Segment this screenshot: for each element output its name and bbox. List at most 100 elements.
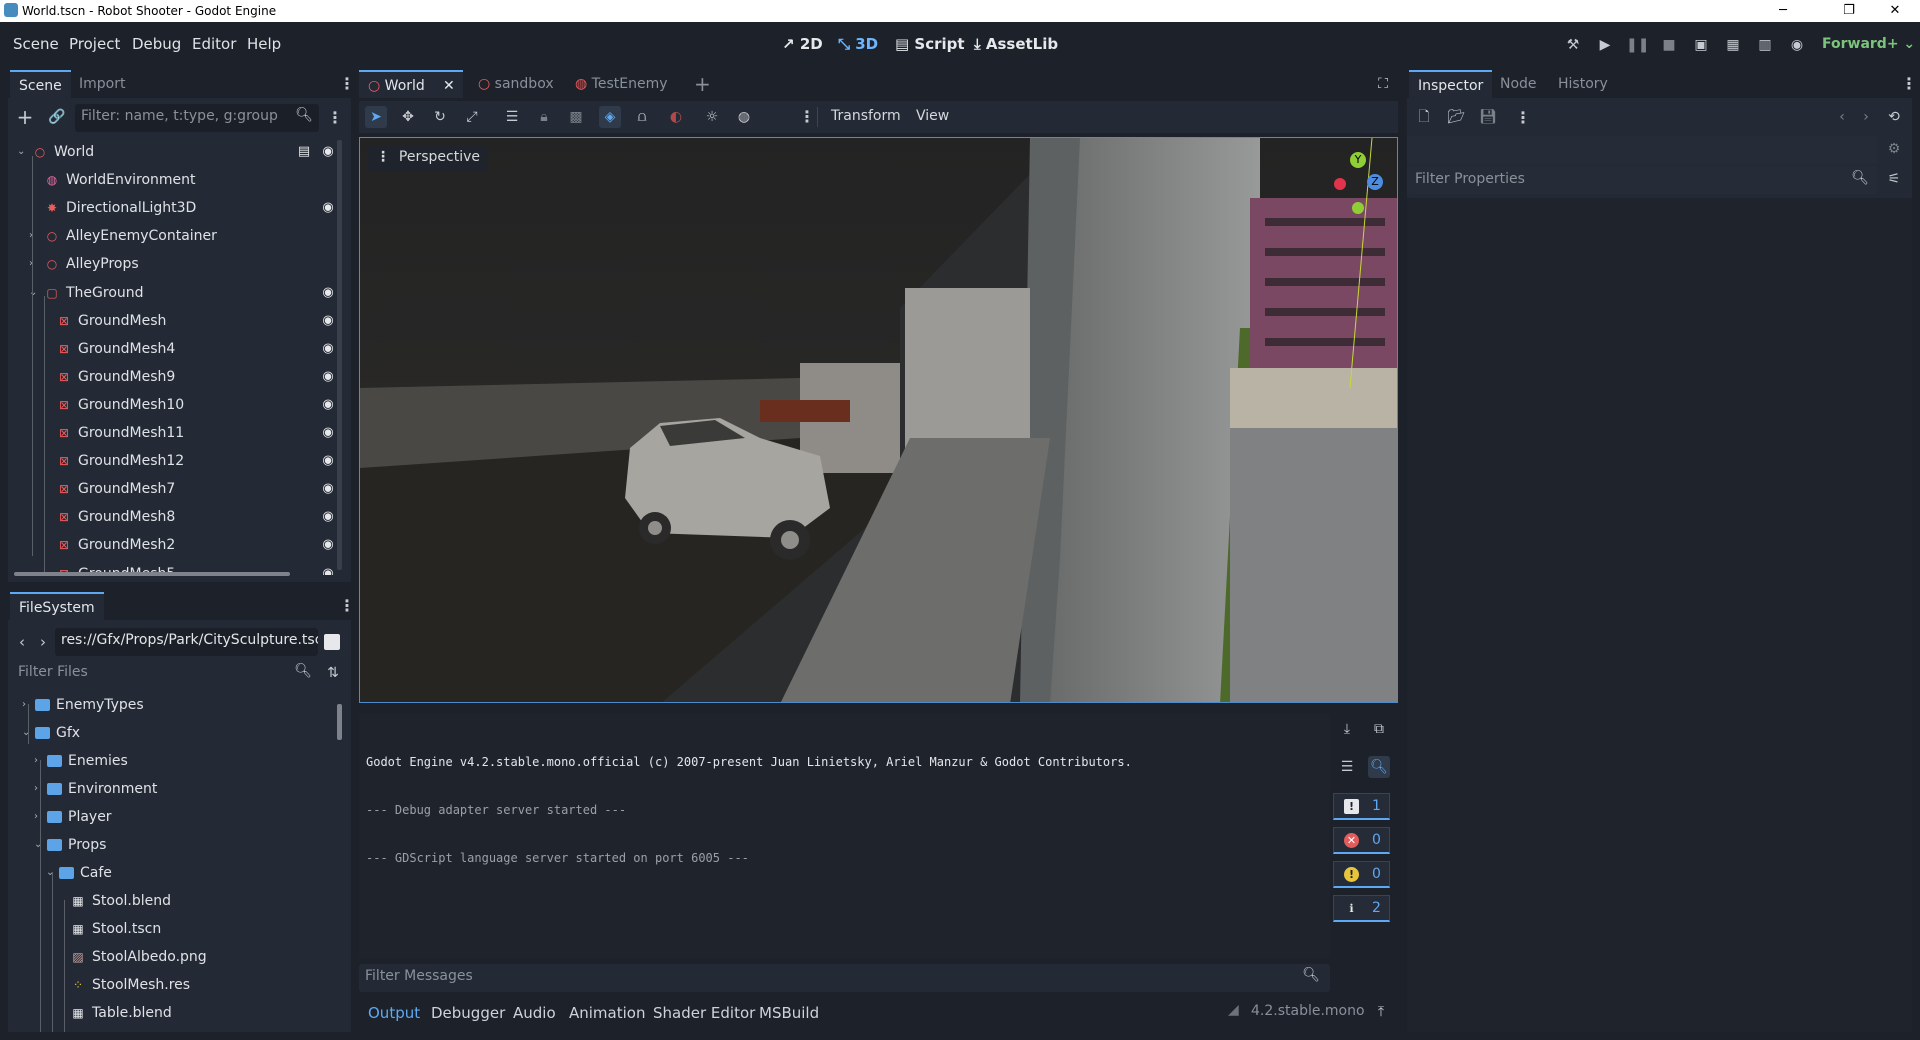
menu-project[interactable]: Project — [69, 35, 120, 53]
file-item[interactable]: ▦ Table.blend — [8, 999, 328, 1027]
scene-tree-item[interactable]: ⊠ GroundMesh11 ◉ — [8, 419, 338, 447]
scene-tree-item[interactable]: ✸ DirectionalLight3D ◉ — [8, 194, 338, 222]
folder-item[interactable]: ⌄ Cafe — [8, 859, 328, 887]
visibility-eye-icon[interactable]: ◉ — [321, 145, 335, 159]
folder-item[interactable]: ⌄ Props — [8, 831, 328, 859]
visibility-eye-icon[interactable]: ◉ — [321, 341, 335, 356]
view-menu[interactable]: View — [916, 108, 949, 124]
chevron-down-icon[interactable]: ⌄ — [34, 831, 42, 859]
bottom-tab-shader-editor[interactable]: Shader Editor — [653, 1004, 755, 1022]
folder-item[interactable]: › Player — [8, 803, 328, 831]
visibility-eye-icon[interactable]: ◉ — [321, 538, 335, 552]
minimize-icon[interactable]: ─ — [1760, 0, 1806, 22]
scene-tree-item[interactable]: › ○ AlleyProps — [8, 250, 338, 278]
list-select-icon[interactable]: ☰ — [501, 106, 523, 128]
chevron-down-icon[interactable]: ⌄ — [17, 140, 25, 166]
scene-tab-world[interactable]: ○ World ✕ — [359, 70, 463, 98]
visibility-eye-icon[interactable]: ◉ — [321, 369, 335, 384]
tab-filesystem[interactable]: FileSystem — [10, 592, 104, 620]
add-scene-tab-icon[interactable]: + — [685, 70, 720, 98]
workspace-assetlib-button[interactable]: ⤓ AssetLib — [974, 35, 1058, 53]
split-mode-icon[interactable] — [324, 634, 340, 650]
distraction-free-icon[interactable]: ⛶ — [1372, 73, 1394, 95]
menu-editor[interactable]: Editor — [192, 35, 236, 53]
lock-icon[interactable]: 🔒︎ — [533, 106, 555, 128]
visibility-eye-icon[interactable]: ◉ — [321, 510, 335, 524]
filesystem-filter-input[interactable]: Filter Files 🔍︎ — [12, 660, 318, 688]
play-icon[interactable]: ▶ — [1594, 34, 1616, 56]
chevron-right-icon[interactable]: › — [34, 775, 38, 803]
add-node-icon[interactable]: + — [14, 106, 36, 128]
bottom-tab-output[interactable]: Output — [368, 1004, 420, 1022]
file-item[interactable]: ▦ Stool.blend — [8, 887, 328, 915]
visibility-eye-icon[interactable]: ◉ — [321, 454, 335, 468]
close-tab-icon[interactable]: ✕ — [443, 72, 455, 100]
tab-node[interactable]: Node — [1491, 70, 1546, 98]
build-hammer-icon[interactable]: ⚒ — [1562, 34, 1584, 56]
sort-icon[interactable]: ⇅ — [322, 662, 344, 684]
snap-icon[interactable]: ⩍ — [631, 106, 653, 128]
info-counter-toggle[interactable]: ℹ 2 — [1333, 895, 1390, 922]
scene-tab-sandbox[interactable]: ○ sandbox — [469, 70, 563, 98]
gizmo-axis-x[interactable] — [1334, 178, 1346, 190]
instance-scene-link-icon[interactable]: 🔗 — [46, 106, 68, 128]
play-custom-scene-icon[interactable]: ▥ — [1754, 34, 1776, 56]
gizmo-axis-z[interactable]: Z — [1367, 174, 1383, 190]
scene-tree-item[interactable]: › ○ AlleyEnemyContainer — [8, 222, 338, 250]
filesystem-path-input[interactable]: res://Gfx/Props/Park/CitySculpture.tsc — [55, 628, 318, 656]
bottom-tab-animation[interactable]: Animation — [569, 1004, 645, 1022]
chevron-down-icon[interactable]: ⌄ — [22, 719, 30, 747]
chevron-down-icon[interactable]: ⌄ — [46, 859, 54, 887]
scene-tree-item[interactable]: ⊠ GroundMesh ◉ — [8, 307, 338, 335]
property-options-icon[interactable]: ⚟ — [1883, 168, 1905, 190]
workspace-3d-button[interactable]: ⤡ 3D — [838, 35, 878, 53]
script-attached-icon[interactable]: ▤ — [297, 145, 311, 159]
clear-output-icon[interactable]: ⤓ — [1336, 718, 1358, 740]
filesystem-vscrollbar[interactable] — [337, 704, 342, 740]
object-history-icon[interactable]: ⟲ — [1883, 106, 1905, 128]
message-counter-toggle[interactable]: ! 1 — [1333, 793, 1390, 820]
collapse-duplicates-icon[interactable]: ☰ — [1336, 756, 1358, 778]
file-item[interactable]: ▨ StoolAlbedo.png — [8, 943, 328, 971]
visibility-eye-icon[interactable]: ◉ — [321, 426, 335, 440]
local-space-icon[interactable]: ◈ — [599, 106, 621, 128]
file-item[interactable]: ▦ Stool.tscn — [8, 915, 328, 943]
menu-debug[interactable]: Debug — [132, 35, 181, 53]
folder-item[interactable]: › Enemies — [8, 747, 328, 775]
sun-preview-icon[interactable]: ☼ — [701, 106, 723, 128]
copy-output-icon[interactable]: ⧉ — [1368, 718, 1390, 740]
workspace-script-button[interactable]: ▤ Script — [895, 35, 965, 53]
forward-icon[interactable]: › — [32, 631, 54, 653]
search-toggle-icon[interactable]: 🔍︎ — [1368, 756, 1390, 778]
scene-tree-item[interactable]: ⊠ GroundMesh10 ◉ — [8, 391, 338, 419]
scene-tree-vscrollbar[interactable] — [337, 140, 342, 570]
movie-maker-icon[interactable]: ◉ — [1786, 34, 1808, 56]
scene-tree-item[interactable]: ⊠ GroundMesh2 ◉ — [8, 531, 338, 559]
workspace-2d-button[interactable]: ↗ 2D — [782, 35, 823, 53]
visibility-eye-icon[interactable]: ◉ — [321, 482, 335, 496]
viewport-options-icon[interactable]: ⋮ — [799, 107, 815, 126]
scene-tree-item[interactable]: ⊠ GroundMesh9 ◉ — [8, 363, 338, 391]
visibility-eye-icon[interactable]: ◉ — [321, 313, 335, 328]
new-resource-icon[interactable]: 🗋 — [1413, 106, 1435, 128]
bottom-tab-audio[interactable]: Audio — [513, 1004, 556, 1022]
visibility-eye-icon[interactable]: ◉ — [321, 285, 335, 300]
open-resource-icon[interactable]: 📂︎ — [1445, 106, 1467, 128]
scene-tree-item[interactable]: ⌄ ○ World ◉ ▤ — [8, 140, 338, 166]
environment-preview-icon[interactable]: ◍ — [733, 106, 755, 128]
back-icon[interactable]: ‹ — [11, 631, 33, 653]
scene-tree-item[interactable]: ⌄ ▢ TheGround ◉ — [8, 279, 338, 307]
expand-bottom-panel-icon[interactable]: ⤒ — [1370, 1001, 1392, 1023]
warning-counter-toggle[interactable]: ! 0 — [1333, 861, 1390, 888]
tab-scene[interactable]: Scene — [10, 70, 71, 98]
scene-tree-item[interactable]: ⊠ GroundMesh8 ◉ — [8, 503, 338, 531]
menu-scene[interactable]: Scene — [13, 35, 59, 53]
scene-tab-testenemy[interactable]: ◍ TestEnemy — [566, 70, 677, 98]
tab-history[interactable]: History — [1549, 70, 1617, 98]
chevron-right-icon[interactable]: › — [34, 747, 38, 775]
gizmo-axis-neg-y[interactable] — [1352, 202, 1364, 214]
filter-messages-input[interactable]: Filter Messages 🔍︎ — [359, 964, 1330, 992]
camera-override-icon[interactable]: ◐ — [665, 106, 687, 128]
visibility-eye-icon[interactable]: ◉ — [321, 201, 335, 215]
filter-properties-input[interactable]: Filter Properties 🔍︎ — [1407, 166, 1877, 194]
